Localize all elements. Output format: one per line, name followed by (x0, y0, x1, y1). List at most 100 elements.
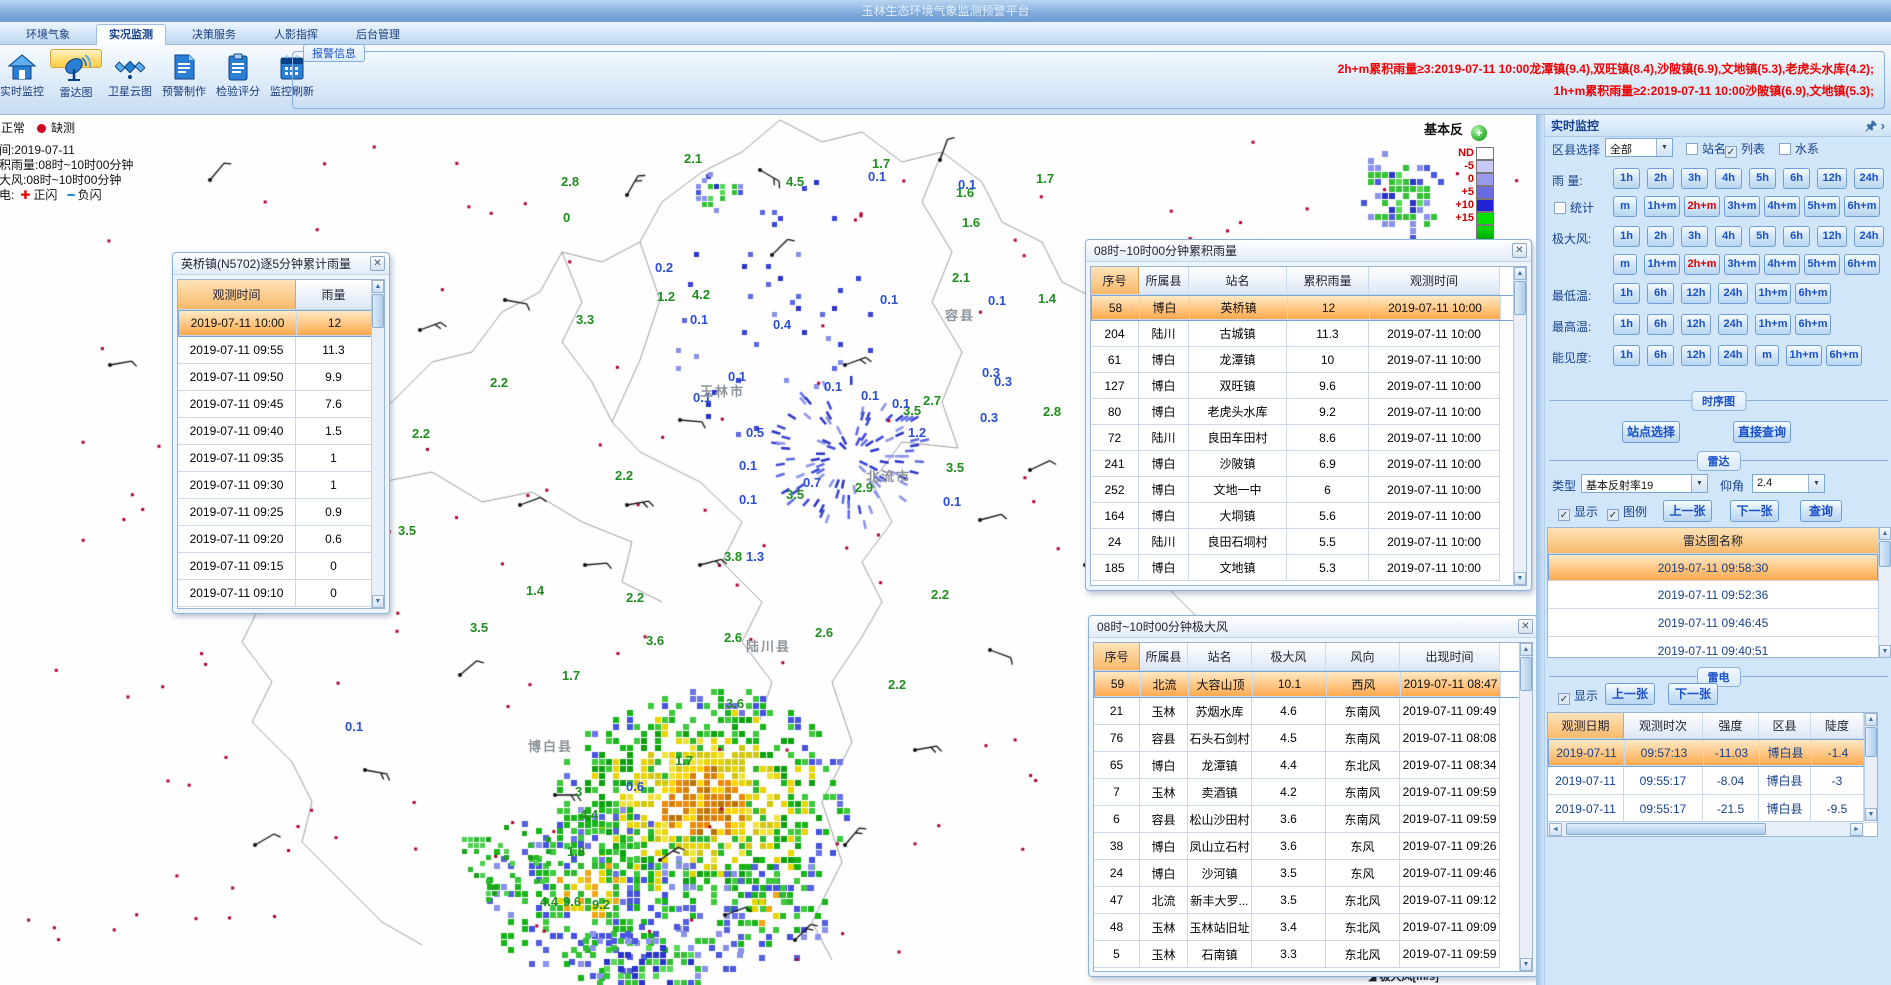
scroll-down-icon[interactable]: ▼ (372, 595, 384, 608)
period-button-3h+m[interactable]: 3h+m (1724, 254, 1760, 275)
column-header[interactable]: 极大风 (1252, 643, 1326, 671)
period-button-6h+m[interactable]: 6h+m (1826, 345, 1862, 366)
checkbox-统计[interactable]: 统计 (1554, 199, 1594, 216)
period-button-1h[interactable]: 1h (1613, 314, 1640, 335)
radar-type-select[interactable]: 基本反射率19▼ (1581, 474, 1708, 493)
period-button-4h+m[interactable]: 4h+m (1764, 196, 1800, 217)
period-button-12h[interactable]: 12h (1817, 168, 1847, 189)
button-上一张[interactable]: 上一张 (1605, 683, 1655, 705)
period-button-m[interactable]: m (1755, 345, 1779, 366)
vertical-scrollbar[interactable]: ▲▼ (1519, 643, 1532, 971)
add-layer-button[interactable]: + (1471, 125, 1487, 141)
period-button-12h[interactable]: 12h (1681, 314, 1711, 335)
table-row[interactable]: 2019-07-11 09:351 (178, 445, 384, 472)
period-button-1h+m[interactable]: 1h+m (1755, 314, 1791, 335)
tab-实况监测[interactable]: 实况监测 (96, 24, 166, 45)
scroll-down-icon[interactable]: ▼ (1520, 958, 1532, 971)
period-button-6h[interactable]: 6h (1647, 283, 1674, 304)
period-button-6h[interactable]: 6h (1783, 226, 1810, 247)
close-icon[interactable]: ✕ (1518, 619, 1533, 634)
table-row[interactable]: 2019-07-11 09:150 (178, 553, 384, 580)
radar-elev-select[interactable]: 2.4▼ (1752, 474, 1825, 493)
period-button-6h[interactable]: 6h (1783, 168, 1810, 189)
scroll-left-icon[interactable]: ◄ (1549, 823, 1562, 836)
scroll-down-icon[interactable]: ▼ (1865, 808, 1877, 821)
table-row[interactable]: 2019-07-11 09:301 (178, 472, 384, 499)
table-row[interactable]: 7玉林卖酒镇4.2东南风2019-07-11 09:59 (1094, 779, 1532, 806)
period-button-4h[interactable]: 4h (1715, 226, 1742, 247)
period-button-2h+m[interactable]: 2h+m (1684, 196, 1720, 217)
table-row[interactable]: 6容县松山沙田村3.6东南风2019-07-11 09:59 (1094, 806, 1532, 833)
column-header[interactable]: 观测时间 (178, 280, 296, 310)
column-header[interactable]: 序号 (1094, 643, 1140, 671)
table-row[interactable]: 24博白沙河镇3.5东风2019-07-11 09:46 (1094, 860, 1532, 887)
period-button-4h+m[interactable]: 4h+m (1764, 254, 1800, 275)
table-row[interactable]: 2019-07-11 09:509.9 (178, 364, 384, 391)
vertical-scrollbar[interactable]: ▲▼ (1513, 267, 1526, 585)
scrollbar-thumb[interactable] (1514, 281, 1526, 315)
column-header[interactable]: 出现时间 (1400, 643, 1500, 671)
period-button-5h[interactable]: 5h (1749, 226, 1776, 247)
radar-list-item[interactable]: 2019-07-11 09:58:30 (1548, 554, 1878, 581)
period-button-3h[interactable]: 3h (1681, 168, 1708, 189)
vertical-scrollbar[interactable]: ▲▼ (1878, 527, 1891, 658)
checkbox-box[interactable] (1779, 143, 1791, 155)
table-row[interactable]: 185博白文地镇5.32019-07-11 10:00 (1091, 555, 1526, 581)
checkbox-站名[interactable]: 站名 (1686, 140, 1726, 157)
period-button-2h[interactable]: 2h (1647, 168, 1674, 189)
table-row[interactable]: 2019-07-1109:55:17-8.04博白县-3 (1548, 767, 1877, 795)
period-button-1h+m[interactable]: 1h+m (1755, 283, 1791, 304)
column-header[interactable]: 观测时间 (1369, 267, 1500, 295)
period-button-5h[interactable]: 5h (1749, 168, 1776, 189)
period-button-1h[interactable]: 1h (1613, 226, 1640, 247)
table-row[interactable]: 241博白沙陂镇6.92019-07-11 10:00 (1091, 451, 1526, 477)
tab-后台管理[interactable]: 后台管理 (344, 25, 412, 46)
tab-环境气象[interactable]: 环境气象 (14, 25, 82, 46)
radar-list-item[interactable]: 2019-07-11 09:40:51 (1548, 638, 1878, 658)
period-button-4h[interactable]: 4h (1715, 168, 1742, 189)
period-button-m[interactable]: m (1613, 254, 1637, 275)
column-header[interactable]: 陡度 (1811, 713, 1864, 739)
table-row[interactable]: 252博白文地一中62019-07-11 10:00 (1091, 477, 1526, 503)
column-header[interactable]: 站名 (1188, 643, 1252, 671)
toolbar-button-卫星云图[interactable]: 卫星云图 (104, 49, 156, 109)
table-row[interactable]: 80博白老虎头水库9.22019-07-11 10:00 (1091, 399, 1526, 425)
scrollbar-thumb[interactable] (372, 294, 384, 328)
checkbox-box[interactable]: ✓ (1558, 693, 1570, 705)
column-header[interactable]: 区县 (1759, 713, 1811, 739)
column-header[interactable]: 所属县 (1139, 267, 1189, 295)
column-header[interactable]: 雨量 (296, 280, 372, 310)
scroll-up-icon[interactable]: ▲ (1879, 527, 1891, 540)
table-row[interactable]: 61博白龙潭镇102019-07-11 10:00 (1091, 347, 1526, 373)
checkbox-图例[interactable]: ✓图例 (1607, 503, 1647, 521)
scrollbar-thumb[interactable] (1879, 541, 1891, 567)
period-button-24h[interactable]: 24h (1854, 226, 1884, 247)
checkbox-显示[interactable]: ✓显示 (1558, 503, 1598, 521)
scrollbar-thumb[interactable] (1566, 823, 1766, 835)
scroll-up-icon[interactable]: ▲ (1520, 643, 1532, 656)
popup-title-bar[interactable]: 08时~10时00分钟累积雨量✕ (1086, 240, 1531, 262)
column-header[interactable]: 观测日期 (1548, 713, 1624, 739)
table-row[interactable]: 2019-07-11 09:100 (178, 580, 384, 607)
scroll-right-icon[interactable]: ► (1850, 823, 1863, 836)
table-row[interactable]: 164博白大垌镇5.62019-07-11 10:00 (1091, 503, 1526, 529)
vertical-scrollbar[interactable]: ▲▼ (371, 280, 384, 608)
period-button-5h+m[interactable]: 5h+m (1804, 196, 1840, 217)
scrollbar-thumb[interactable] (1520, 657, 1532, 691)
period-button-1h[interactable]: 1h (1613, 283, 1640, 304)
chevron-down-icon[interactable]: ▼ (1808, 475, 1824, 492)
table-row[interactable]: 59北流大容山顶10.1西风2019-07-11 08:47 (1094, 671, 1532, 698)
period-button-6h+m[interactable]: 6h+m (1795, 314, 1831, 335)
column-header[interactable]: 序号 (1091, 267, 1139, 295)
table-row[interactable]: 2019-07-11 09:5511.3 (178, 337, 384, 364)
chevron-down-icon[interactable]: ▼ (1691, 475, 1707, 492)
period-button-3h+m[interactable]: 3h+m (1724, 196, 1760, 217)
close-icon[interactable]: ✕ (370, 256, 385, 271)
table-row[interactable]: 48玉林玉林站旧址3.4东北风2019-07-11 09:09 (1094, 914, 1532, 941)
period-button-1h+m[interactable]: 1h+m (1786, 345, 1822, 366)
table-row[interactable]: 5玉林石南镇3.3东北风2019-07-11 09:59 (1094, 941, 1532, 968)
table-row[interactable]: 127博白双旺镇9.62019-07-11 10:00 (1091, 373, 1526, 399)
column-header[interactable]: 站名 (1189, 267, 1287, 295)
popup-title-bar[interactable]: 08时~10时00分钟极大风✕ (1089, 616, 1536, 638)
period-button-6h+m[interactable]: 6h+m (1844, 254, 1880, 275)
